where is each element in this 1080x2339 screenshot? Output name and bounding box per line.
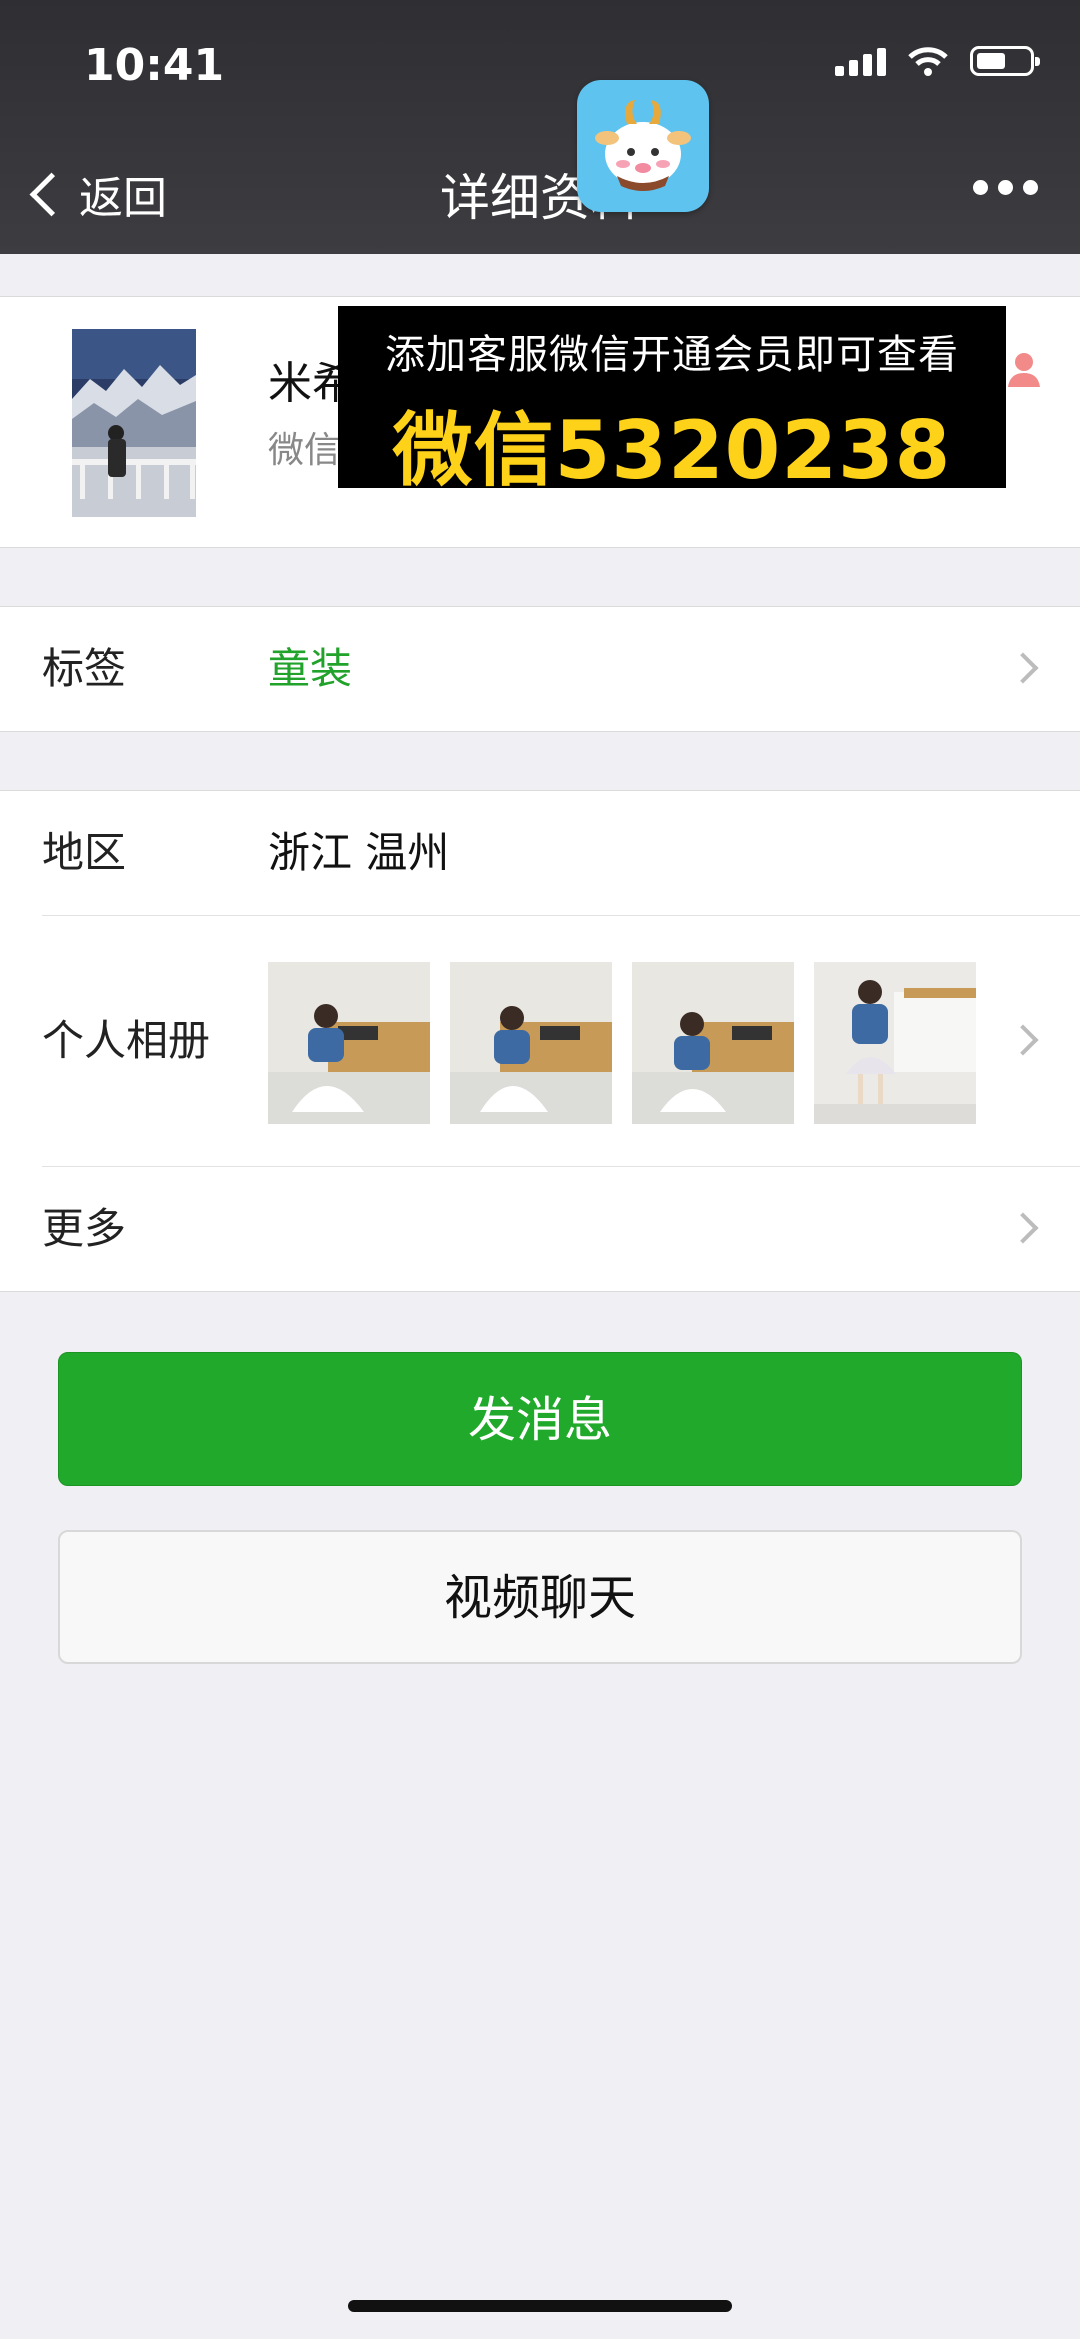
chevron-right-icon	[1007, 1024, 1039, 1056]
details-section: 地区 浙江 温州 个人相册 更多	[0, 790, 1080, 1292]
region-row: 地区 浙江 温州	[0, 791, 1080, 915]
chevron-right-icon	[1007, 652, 1039, 684]
tag-section: 标签 童装	[0, 606, 1080, 732]
avatar[interactable]	[72, 329, 196, 517]
page-title: 详细资料	[440, 169, 640, 227]
more-label: 更多	[42, 1204, 127, 1253]
album-row[interactable]: 个人相册	[0, 916, 1080, 1166]
region-label: 地区	[42, 828, 127, 877]
battery-icon	[970, 46, 1040, 76]
more-row[interactable]: 更多	[0, 1167, 1080, 1291]
album-photo[interactable]	[632, 962, 794, 1124]
send-message-button[interactable]: 发消息	[58, 1352, 1022, 1486]
album-photo[interactable]	[814, 962, 976, 1124]
video-chat-button[interactable]: 视频聊天	[58, 1530, 1022, 1664]
female-gender-icon	[1008, 353, 1040, 387]
tag-row[interactable]: 标签 童装	[0, 607, 1080, 731]
goat-mascot-icon	[595, 100, 691, 191]
album-photo[interactable]	[268, 962, 430, 1124]
tag-value: 童装	[268, 644, 353, 693]
album-label: 个人相册	[42, 1016, 211, 1065]
wifi-icon	[908, 47, 948, 76]
tag-label: 标签	[42, 644, 127, 693]
home-indicator[interactable]	[348, 2300, 732, 2312]
top-navigation-bar: 10:41 返回 详细资料	[0, 0, 1080, 254]
wechat-id: 微信	[268, 430, 341, 471]
album-photo[interactable]	[450, 962, 612, 1124]
more-options-icon[interactable]	[973, 180, 1038, 195]
promo-overlay-banner: 添加客服微信开通会员即可查看 微信5320238	[338, 306, 1006, 497]
app-logo-badge	[577, 80, 709, 212]
promo-line-2: 微信5320238	[392, 404, 952, 497]
cellular-signal-icon	[835, 46, 886, 76]
album-thumbnails	[268, 962, 976, 1124]
status-time: 10:41	[84, 40, 225, 91]
region-value: 浙江 温州	[268, 828, 450, 877]
chevron-right-icon	[1007, 1212, 1039, 1244]
promo-line-1: 添加客服微信开通会员即可查看	[385, 332, 959, 378]
status-icons	[835, 46, 1040, 76]
